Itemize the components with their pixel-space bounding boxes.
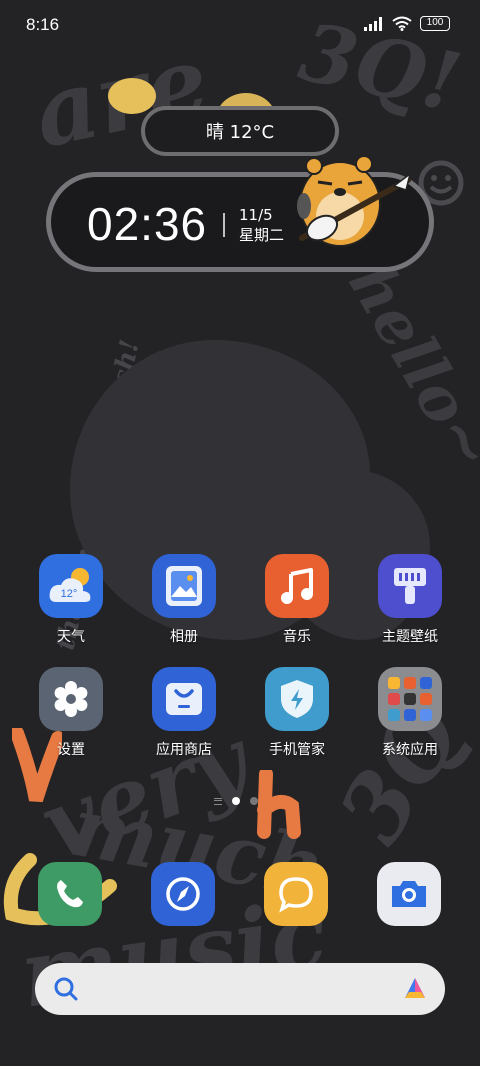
app-gallery[interactable]: 相册 [134, 554, 234, 646]
dock-phone[interactable] [38, 862, 102, 926]
app-settings[interactable]: 设置 [21, 667, 121, 759]
security-icon [265, 667, 329, 731]
dock-browser[interactable] [151, 862, 215, 926]
page-indicator[interactable] [214, 797, 258, 805]
app-label: 相册 [170, 629, 198, 645]
app-system-folder[interactable]: 系统应用 [360, 667, 460, 759]
weather-text: 晴 12°C [205, 122, 275, 143]
clock-date: 11/5 [239, 206, 273, 224]
search-input[interactable] [95, 973, 375, 1005]
camera-icon [392, 881, 426, 907]
app-label: 主题壁纸 [382, 629, 438, 645]
search-icon [54, 977, 78, 1001]
page-dot[interactable] [250, 797, 258, 805]
battery-icon: 100 [420, 16, 450, 31]
app-store-icon [152, 667, 216, 731]
hamster-guitar-sticker [297, 155, 412, 247]
app-label: 音乐 [283, 629, 311, 645]
app-label: 手机管家 [269, 742, 325, 758]
clock-time: 02:36 [87, 198, 208, 250]
dock-camera[interactable] [377, 862, 441, 926]
app-security[interactable]: 手机管家 [247, 667, 347, 759]
app-label: 天气 [57, 629, 85, 645]
wifi-icon [392, 16, 412, 31]
messages-icon [279, 877, 313, 913]
status-time: 8:16 [26, 15, 60, 34]
ai-assistant-icon[interactable] [401, 975, 429, 1003]
page-indicator-feed[interactable] [214, 797, 222, 805]
search-bar[interactable] [35, 963, 445, 1015]
folder-icon [378, 667, 442, 731]
music-icon [265, 554, 329, 618]
wallpaper-accent [257, 770, 301, 839]
app-weather[interactable]: 12° 天气 [21, 554, 121, 646]
weather-badge: 12° [61, 588, 78, 600]
settings-icon [39, 667, 103, 731]
app-store[interactable]: 应用商店 [134, 667, 234, 759]
gallery-icon [152, 554, 216, 618]
browser-icon [166, 877, 200, 911]
app-music[interactable]: 音乐 [247, 554, 347, 646]
page-dot-active[interactable] [232, 797, 240, 805]
status-bar: 8:16 100 [0, 0, 480, 50]
weather-icon: 12° [39, 554, 103, 618]
app-label: 系统应用 [382, 742, 438, 758]
dock-messages[interactable] [264, 862, 328, 926]
app-themes[interactable]: 主题壁纸 [360, 554, 460, 646]
phone-icon [57, 880, 83, 908]
app-label: 设置 [57, 742, 85, 758]
clock-divider [223, 213, 225, 237]
clock-date-block: 11/5 星期二 [239, 205, 284, 245]
signal-icon [364, 16, 382, 31]
theme-icon [378, 554, 442, 618]
app-label: 应用商店 [156, 742, 212, 758]
clock-weekday: 星期二 [239, 226, 285, 244]
